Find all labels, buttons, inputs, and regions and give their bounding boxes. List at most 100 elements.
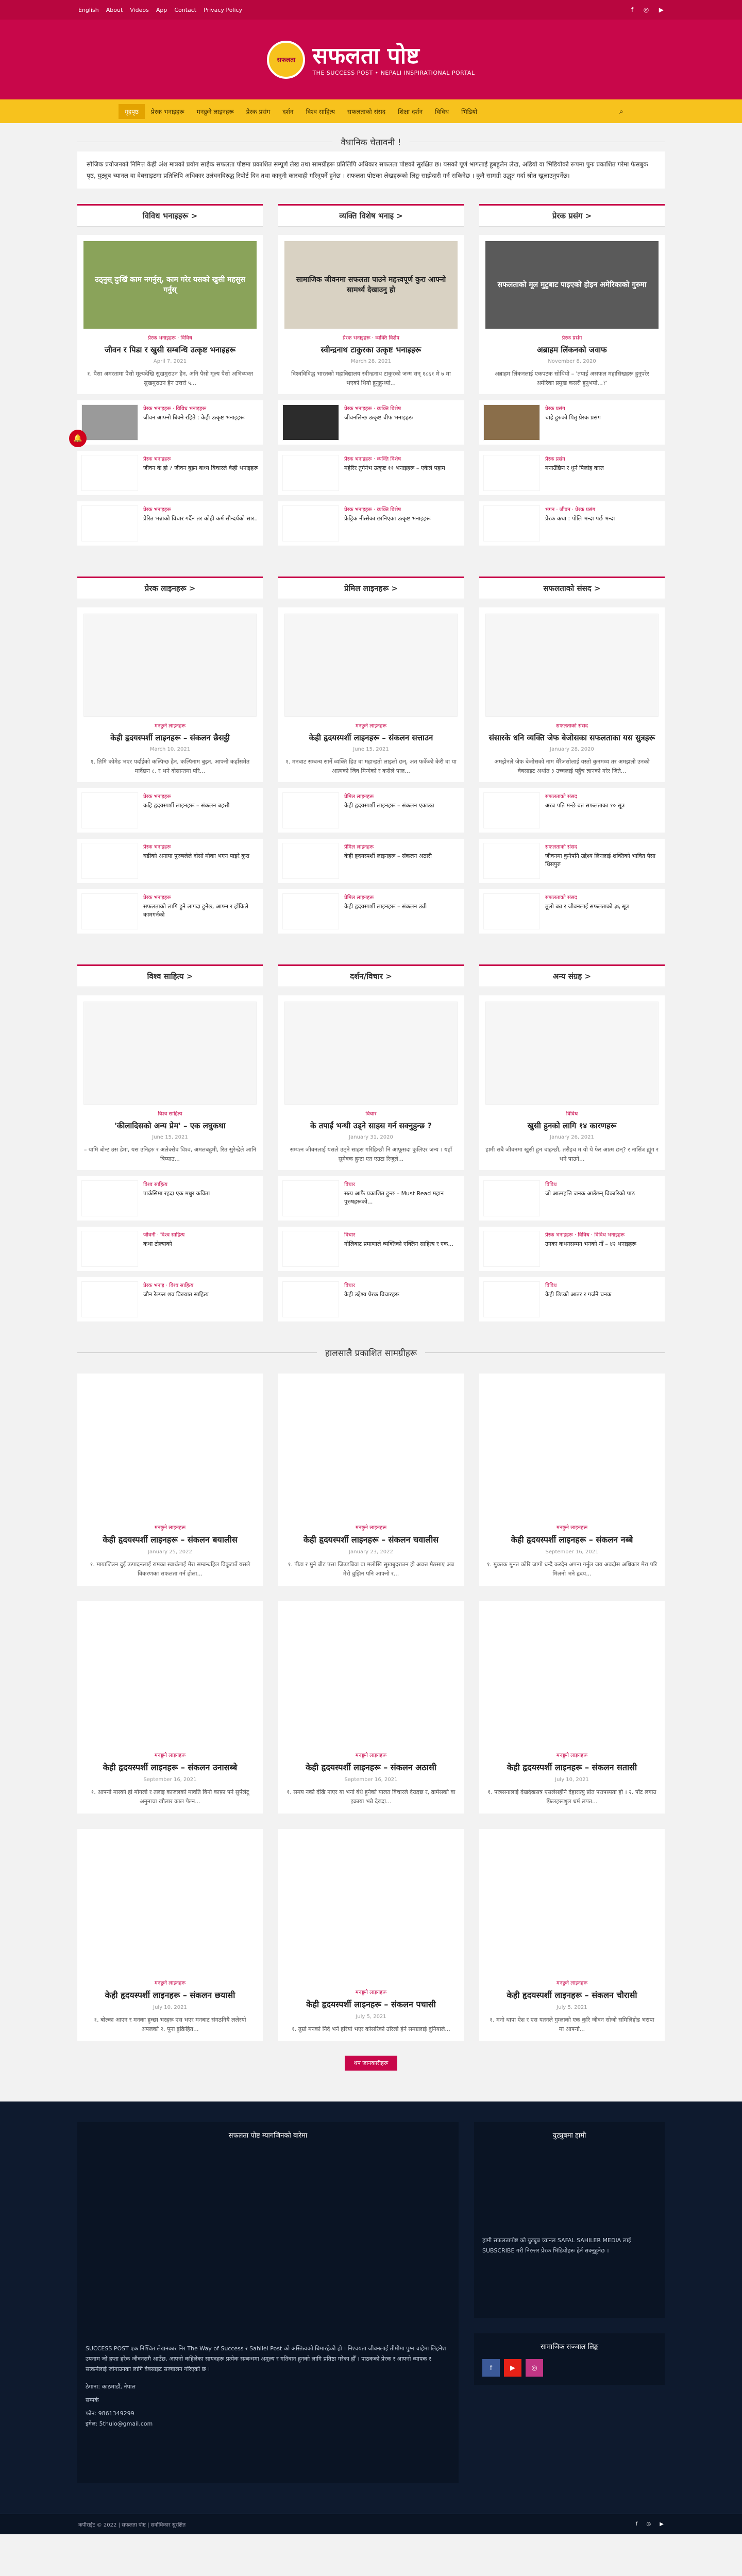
post-category[interactable]: मनछुने लाइनहरू	[85, 1979, 256, 1986]
facebook-icon[interactable]: f	[482, 2359, 500, 2377]
post-title[interactable]: चाहे हुरुको पितृ प्रेरक प्रसंग	[545, 414, 601, 422]
post-title[interactable]: जौन रेल्फ्ल शव विख्यात साहित्य	[143, 1291, 209, 1299]
featured-image[interactable]	[83, 1002, 257, 1105]
column-title[interactable]: दर्शन/विचार >	[278, 964, 464, 987]
list-item[interactable]: प्रेरक भनाइहरू · विविध भनाइहरू जीवन आफ्नो…	[77, 400, 263, 445]
post-thumbnail[interactable]	[81, 1231, 138, 1267]
post-category[interactable]: मनछुने लाइनहरू	[486, 1523, 657, 1531]
recent-card[interactable]: मनछुने लाइनहरू केही हृदयस्पर्शी लाइनहरू –…	[479, 1829, 665, 2041]
post-thumbnail[interactable]	[483, 404, 540, 440]
post-category[interactable]: मनछुने लाइनहरू	[285, 1751, 457, 1758]
post-category[interactable]: सफलताको संसद	[545, 843, 661, 850]
notification-bell-icon[interactable]: 🔔	[69, 430, 87, 447]
post-category[interactable]: मनछुने लाइनहरू	[85, 1523, 256, 1531]
featured-post[interactable]: विश्व साहित्य 'कीलादिसको अन्य प्रेम' – एक…	[77, 995, 263, 1170]
featured-image[interactable]	[83, 614, 257, 717]
post-title[interactable]: अरब पति मन्छे बन्न सफलताका १० सूत्र	[545, 802, 625, 810]
featured-image[interactable]	[284, 614, 458, 717]
post-title[interactable]: घडीको अनाया पुरुषलेले दोसो मौका भएन पाइर…	[143, 852, 249, 860]
youtube-icon[interactable]: ▶	[660, 2521, 664, 2527]
recent-card[interactable]: मनछुने लाइनहरू केही हृदयस्पर्शी लाइनहरू –…	[77, 1601, 263, 1814]
post-category[interactable]: विविध	[545, 1281, 611, 1289]
post-title[interactable]: सफलताको लागि हुने लागदा हुनेछ, आफ्न र हा…	[143, 903, 259, 919]
list-item[interactable]: प्रेरक भनाइहरू कहि हृदयस्पर्शी लाइनहरू – …	[77, 788, 263, 833]
featured-post[interactable]: मनछुने लाइनहरू केही हृदयस्पर्शी लाइनहरू –…	[278, 607, 464, 782]
list-item[interactable]: विचार सत्य आफै प्रकाशित हुन्छ – Must Read…	[278, 1176, 464, 1221]
post-title[interactable]: प्रेरक कथा : पोलि भन्दा पर्छ भन्दा	[545, 515, 615, 523]
post-category[interactable]: प्रेरक भनाइहरू · व्यक्ति विशेष	[344, 505, 431, 513]
post-title[interactable]: केही हृदयस्पर्शी लाइनहरू – संकलन बयालीस	[85, 1534, 256, 1546]
post-title[interactable]: केही हृदयस्पर्शी लाइनहरू – संकलन पचासी	[285, 1998, 457, 2011]
facebook-icon[interactable]: f	[636, 2521, 638, 2527]
post-thumbnail[interactable]	[81, 843, 138, 879]
post-title[interactable]: कथा टोल्याको	[143, 1240, 184, 1248]
post-title[interactable]: जीवनलिन्छ उत्कृष्ट चीफ भनाइहरू	[344, 414, 413, 422]
post-thumbnail[interactable]	[81, 792, 138, 828]
post-title[interactable]: केही हृदयस्पर्शी लाइनहरू – संकलन अठारी	[344, 852, 432, 860]
post-title[interactable]: केही हृदयस्पर्शी लाइनहरू – संकलन उनासब्ब…	[85, 1761, 256, 1774]
list-item[interactable]: प्रेरक भनाइहरू सफलताको लागि हुने लागदा हु…	[77, 889, 263, 934]
post-title[interactable]: मनाउँछिन र धुर्ने पिलोह कस्त	[545, 464, 604, 472]
post-title[interactable]: प्रेरित भन्नाको विचार गर्दैन तर कोही कर्…	[143, 515, 258, 523]
nav-item[interactable]: विश्व साहित्य	[299, 104, 341, 119]
post-title[interactable]: खुसी हुनको लागि १४ कारणहरू	[485, 1120, 659, 1131]
list-item[interactable]: प्रेरक भनाइहरू घडीको अनाया पुरुषलेले दोसो…	[77, 839, 263, 883]
list-item[interactable]: प्रेरक भनाइहरू · व्यक्ति विशेष जीवनलिन्छ …	[278, 400, 464, 445]
post-category[interactable]: प्रेरक भनाइहरू	[143, 893, 259, 901]
post-thumbnail[interactable]	[483, 455, 540, 491]
list-item[interactable]: विविध केही छिप्को आतर र गर्जने चनक	[479, 1277, 665, 1321]
post-category[interactable]: प्रेरक भनाइहरू	[143, 792, 229, 800]
featured-image[interactable]: उठ्नुस् दुःखिं काम नगर्नुस्, काम गरेर यस…	[83, 241, 257, 329]
post-category[interactable]: विचार	[344, 1231, 453, 1238]
post-thumbnail[interactable]	[483, 1281, 540, 1317]
post-title[interactable]: स्वीन्द्रनाथ टाकुरका उत्कृष्ट भनाइहरू	[284, 344, 458, 355]
post-category[interactable]: प्रेरक भनाइहरू · विविध · विविध भनाइहरू	[545, 1231, 636, 1238]
list-item[interactable]: विचार गोलिबाट प्रमाणाले व्यक्तिको एक्लिन …	[278, 1227, 464, 1271]
list-item[interactable]: विश्व साहित्य पार्कसिमा रहदा एक मधुर कवित…	[77, 1176, 263, 1221]
featured-post[interactable]: मनछुने लाइनहरू केही हृदयस्पर्शी लाइनहरू –…	[77, 607, 263, 782]
list-item[interactable]: जीवनी · विश्व साहित्य कथा टोल्याको	[77, 1227, 263, 1271]
post-category[interactable]: प्रेरक प्रसंग	[545, 455, 604, 462]
post-thumbnail[interactable]	[282, 1281, 339, 1317]
post-thumbnail[interactable]	[81, 404, 138, 440]
post-title[interactable]: ठूलो बन्न र जीवनलाई सफलताको ३६ सूत्र	[545, 903, 629, 911]
post-thumbnail[interactable]	[483, 1180, 540, 1216]
post-title[interactable]: केही हृदयस्पर्शी लाइनहरू – संकलन सतासी	[486, 1761, 657, 1774]
nav-item[interactable]: प्रेरक प्रसंग	[240, 104, 276, 119]
post-title[interactable]: केही छिप्को आतर र गर्जने चनक	[545, 1291, 611, 1299]
post-thumbnail[interactable]	[282, 843, 339, 879]
featured-post[interactable]: विविध खुसी हुनको लागि १४ कारणहरू January 2…	[479, 995, 665, 1170]
featured-image[interactable]	[284, 1002, 458, 1105]
instagram-icon[interactable]: ◎	[644, 6, 649, 13]
featured-image[interactable]: सफलताको मूल मुटुबाट पाइएको होइन अमेरिकाक…	[485, 241, 659, 329]
post-title[interactable]: गोलिबाट प्रमाणाले व्यक्तिको एक्लिन साहित…	[344, 1240, 453, 1248]
post-category[interactable]: विचार	[284, 1110, 458, 1117]
post-category[interactable]: विचार	[344, 1180, 460, 1188]
post-category[interactable]: प्रेरक भनाइहरू · व्यक्ति विशेष	[344, 455, 445, 462]
list-item[interactable]: सफलताको संसद ठूलो बन्न र जीवनलाई सफलताको …	[479, 889, 665, 934]
facebook-icon[interactable]: f	[631, 6, 633, 13]
post-thumbnail[interactable]	[81, 1281, 138, 1317]
post-title[interactable]: जीवन के हो ? जीवन बुझ्न बाध्य बिचारले के…	[143, 464, 258, 472]
post-category[interactable]: प्रेरक भनाइहरू	[143, 843, 249, 850]
column-title[interactable]: विविध भनाइहरू >	[77, 204, 263, 227]
list-item[interactable]: प्रेरक भनाइहरू · व्यक्ति विशेष फ्रेड्रिक …	[278, 501, 464, 546]
nav-item[interactable]: मनछुने लाइनहरू	[191, 104, 240, 119]
featured-post[interactable]: सफलताको मूल मुटुबाट पाइएको होइन अमेरिकाक…	[479, 235, 665, 394]
nav-item[interactable]: विविध	[429, 104, 455, 119]
post-thumbnail[interactable]	[282, 1180, 339, 1216]
post-title[interactable]: जीवनमा कुनैपनि उद्देश्य लिनलाई शक्तिको भ…	[545, 852, 661, 869]
post-thumbnail[interactable]	[483, 843, 540, 879]
search-icon[interactable]: ⌕	[619, 107, 623, 116]
recent-card[interactable]: मनछुने लाइनहरू केही हृदयस्पर्शी लाइनहरू –…	[278, 1829, 464, 2041]
featured-image[interactable]	[485, 614, 659, 717]
post-category[interactable]: सफलताको संसद	[545, 792, 625, 800]
post-title[interactable]: पार्कसिमा रहदा एक मधुर कविता	[143, 1190, 210, 1198]
column-title[interactable]: प्रेमिल लाइनहरू >	[278, 577, 464, 599]
post-category[interactable]: विश्व साहित्य	[143, 1180, 210, 1188]
column-title[interactable]: प्रेरक प्रसंग >	[479, 204, 665, 227]
post-title[interactable]: केही हृदयस्पर्शी लाइनहरू – संकलन उन्नी	[344, 903, 427, 911]
post-category[interactable]: जीवनी · विश्व साहित्य	[143, 1231, 184, 1238]
recent-card[interactable]: मनछुने लाइनहरू केही हृदयस्पर्शी लाइनहरू –…	[77, 1374, 263, 1586]
column-title[interactable]: विश्व साहित्य >	[77, 964, 263, 987]
